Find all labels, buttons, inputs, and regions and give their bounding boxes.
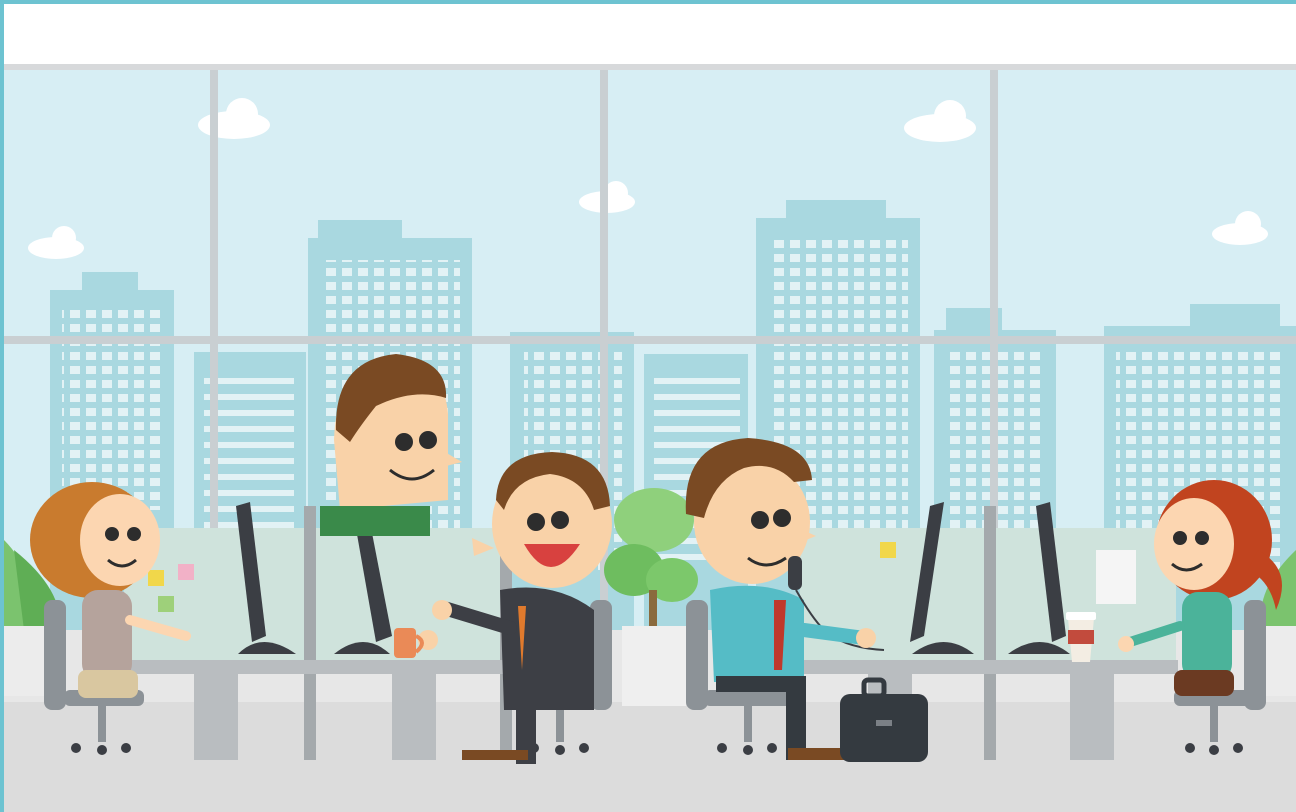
- sticky-note: [158, 596, 174, 612]
- office-scene: [4, 70, 1296, 812]
- sticky-note: [1096, 550, 1136, 604]
- sticky-note: [880, 542, 896, 558]
- top-white-band: [4, 0, 1296, 66]
- sticky-note: [148, 570, 164, 586]
- sticky-note: [178, 564, 194, 580]
- office-illustration: [0, 0, 1296, 812]
